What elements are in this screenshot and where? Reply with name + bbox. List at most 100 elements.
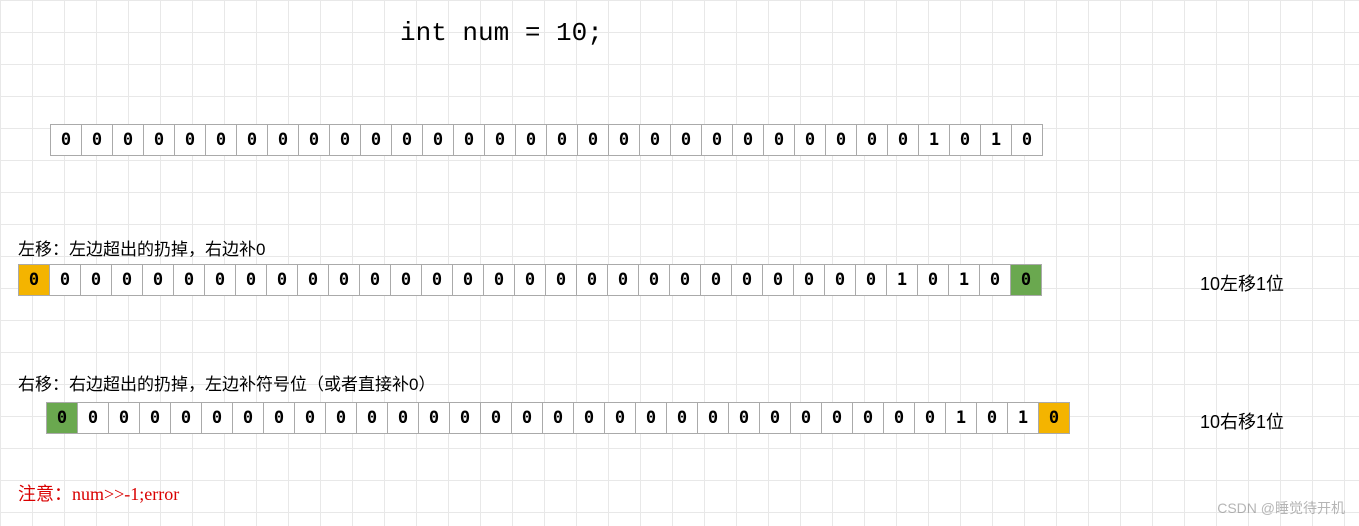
bit-cell: 0 [108,402,140,434]
bit-cell: 0 [449,402,481,434]
bit-cell: 0 [328,264,360,296]
bit-cell: 0 [81,124,113,156]
bit-cell: 0 [794,124,826,156]
bit-cell: 0 [1011,124,1043,156]
bit-cell: 0 [294,402,326,434]
bit-cell: 0 [1038,402,1070,434]
bit-cell: 0 [639,124,671,156]
bit-cell: 0 [514,264,546,296]
bit-cell: 0 [201,402,233,434]
bit-cell: 0 [139,402,171,434]
bit-cell: 0 [701,124,733,156]
bit-cell: 0 [855,264,887,296]
bit-cell: 0 [359,264,391,296]
bit-cell: 0 [143,124,175,156]
bit-cell: 0 [728,402,760,434]
bit-cell: 0 [824,264,856,296]
bit-cell: 0 [852,402,884,434]
bit-cell: 0 [638,264,670,296]
bit-cell: 0 [484,124,516,156]
bit-cell: 1 [886,264,918,296]
bit-cell: 0 [483,264,515,296]
bit-cell: 0 [480,402,512,434]
watermark: CSDN @睡觉待开机 [1217,498,1345,518]
bit-cell: 0 [546,124,578,156]
bit-cell: 0 [635,402,667,434]
bit-cell: 0 [263,402,295,434]
bit-cell: 0 [236,124,268,156]
bit-cell: 0 [608,124,640,156]
bit-cell: 0 [762,264,794,296]
bit-cell: 0 [883,402,915,434]
bit-cell: 0 [821,402,853,434]
bit-cell: 0 [917,264,949,296]
bit-cell: 0 [391,124,423,156]
bit-cell: 0 [856,124,888,156]
bit-cell: 0 [666,402,698,434]
bit-cell: 0 [173,264,205,296]
bit-cell: 0 [607,264,639,296]
bit-cell: 0 [697,402,729,434]
bit-cell: 1 [980,124,1012,156]
bit-cell: 0 [49,264,81,296]
bit-cell: 0 [515,124,547,156]
bit-cell: 0 [669,264,701,296]
bit-cell: 0 [267,124,299,156]
bit-cell: 0 [453,124,485,156]
side-label-right-shift: 10右移1位 [1200,408,1284,434]
bit-cell: 0 [1010,264,1042,296]
label-right-shift: 右移：右边超出的扔掉，左边补符号位（或者直接补0） [18,370,435,395]
bit-cell: 0 [170,402,202,434]
bit-cell: 1 [948,264,980,296]
bit-cell: 0 [732,124,764,156]
bit-cell: 0 [421,264,453,296]
bit-cell: 0 [80,264,112,296]
bit-cell: 0 [604,402,636,434]
bit-cell: 0 [329,124,361,156]
bit-cell: 0 [914,402,946,434]
bit-cell: 0 [390,264,422,296]
bit-cell: 0 [887,124,919,156]
bit-cell: 0 [670,124,702,156]
bit-row-right-shift: 000000000000000000000000000001010 [46,402,1070,434]
bit-cell: 0 [46,402,78,434]
error-note: 注意：num>>-1;error [18,480,179,506]
bit-cell: 0 [542,402,574,434]
bit-cell: 0 [325,402,357,434]
bit-cell: 0 [452,264,484,296]
side-label-left-shift: 10左移1位 [1200,270,1284,296]
bit-cell: 0 [205,124,237,156]
bit-cell: 0 [576,264,608,296]
bit-cell: 0 [825,124,857,156]
bit-cell: 0 [577,124,609,156]
bit-cell: 0 [731,264,763,296]
bit-cell: 0 [77,402,109,434]
bit-cell: 0 [790,402,822,434]
label-left-shift: 左移：左边超出的扔掉，右边补0 [18,235,265,260]
bit-cell: 0 [298,124,330,156]
bit-cell: 0 [204,264,236,296]
bit-cell: 0 [418,402,450,434]
bit-cell: 0 [297,264,329,296]
bit-cell: 0 [545,264,577,296]
bit-cell: 0 [387,402,419,434]
bit-cell: 0 [949,124,981,156]
bit-cell: 0 [979,264,1011,296]
bit-cell: 1 [945,402,977,434]
bit-cell: 0 [763,124,795,156]
bit-cell: 0 [235,264,267,296]
title-code: int num = 10; [400,18,603,48]
bit-cell: 0 [759,402,791,434]
bit-row-left-shift: 000000000000000000000000000010100 [18,264,1042,296]
bit-cell: 0 [793,264,825,296]
bit-cell: 0 [360,124,392,156]
bit-row-original: 00000000000000000000000000001010 [50,124,1043,156]
bit-cell: 0 [112,124,144,156]
bit-cell: 0 [976,402,1008,434]
bit-cell: 0 [232,402,264,434]
bit-cell: 0 [18,264,50,296]
bit-cell: 1 [1007,402,1039,434]
bit-cell: 0 [174,124,206,156]
bit-cell: 0 [700,264,732,296]
bit-cell: 0 [573,402,605,434]
